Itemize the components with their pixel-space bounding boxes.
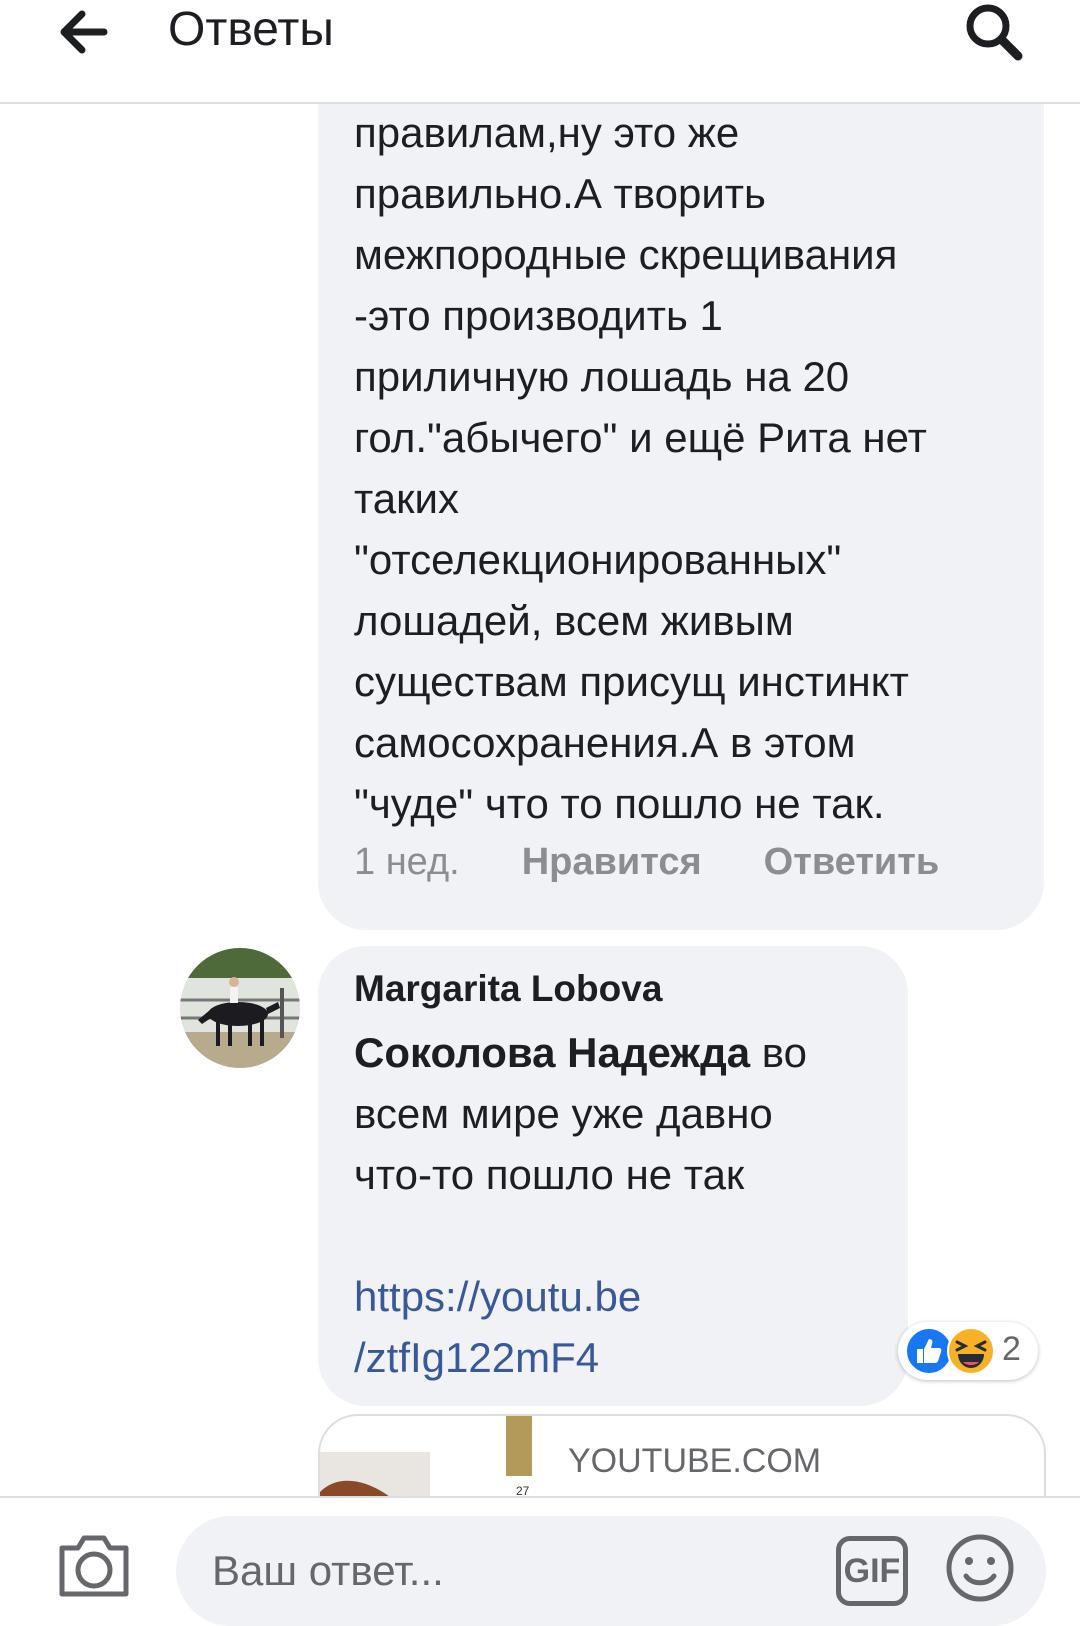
comment-line: -это производить 1 [354,292,723,339]
comment-text: Соколова Надежда во всем мире уже давно … [354,1022,894,1388]
comment-line: что-то пошло не так [354,1151,745,1198]
page-title: Ответы [168,3,334,56]
reply-input[interactable] [176,1516,1046,1626]
comment-timestamp: 1 нед. [354,840,460,883]
preview-thumbnail [320,1452,430,1496]
comment-actions: 1 нед. Нравится Ответить [354,832,939,892]
comment-bubble: Margarita Lobova Соколова Надежда во все… [318,946,908,1406]
search-icon [966,4,1023,61]
preview-domain: YOUTUBE.COM [568,1442,822,1480]
haha-reaction-icon [947,1327,995,1375]
reaction-count: 2 [1002,1330,1021,1368]
preview-accent-bar [506,1416,532,1476]
comment-line: приличную лошадь на 20 [354,353,850,400]
comment-line: таких [354,475,459,522]
comment-text: правилам,ну это же правильно.А творить м… [354,102,1014,834]
comment-line: лошадей, всем живым [354,597,794,644]
avatar[interactable] [180,948,300,1068]
comment-line: существам присущ инстинкт [354,658,909,705]
camera-button[interactable] [54,1530,134,1600]
comment-text-fragment: во [750,1029,807,1076]
comment-author[interactable]: Margarita Lobova [354,968,662,1010]
smiley-icon [946,1534,1014,1602]
comment-line: правильно.А творить [354,170,766,217]
youtube-link[interactable]: https://youtu.be [354,1266,894,1327]
avatar-photo [180,948,300,1068]
reactions-summary[interactable]: 2 [898,1322,1038,1380]
arrow-left-icon [60,10,108,54]
search-button[interactable] [962,2,1026,62]
youtube-link[interactable]: /ztfIg122mF4 [354,1327,894,1388]
reply-button[interactable]: Ответить [764,841,940,884]
link-preview-card[interactable]: 27 YOUTUBE.COM [318,1414,1046,1496]
preview-thumb-number: 27 [516,1484,530,1496]
camera-icon [59,1535,129,1597]
comment-line: "чуде" что то пошло не так. [354,780,885,827]
comment-line: межпородные скрещивания [354,231,898,278]
like-button[interactable]: Нравится [522,841,702,884]
reply-composer: GIF [0,1496,1080,1626]
gif-button[interactable]: GIF [836,1536,908,1606]
comments-thread: правилам,ну это же правильно.А творить м… [0,102,1080,1496]
comment-line: "отселекционированных" [354,536,842,583]
back-button[interactable] [56,4,112,60]
top-bar: Ответы [0,0,1080,104]
emoji-button[interactable] [944,1532,1016,1604]
comment-line: гол."абычего" и ещё Рита нет [354,414,927,461]
comment-bubble: правилам,ну это же правильно.А творить м… [318,102,1044,930]
comment-line: всем мире уже давно [354,1090,773,1137]
comment-line: правилам,ну это же [354,109,740,156]
comment-line: самосохранения.А в этом [354,719,856,766]
user-mention[interactable]: Соколова Надежда [354,1029,750,1076]
